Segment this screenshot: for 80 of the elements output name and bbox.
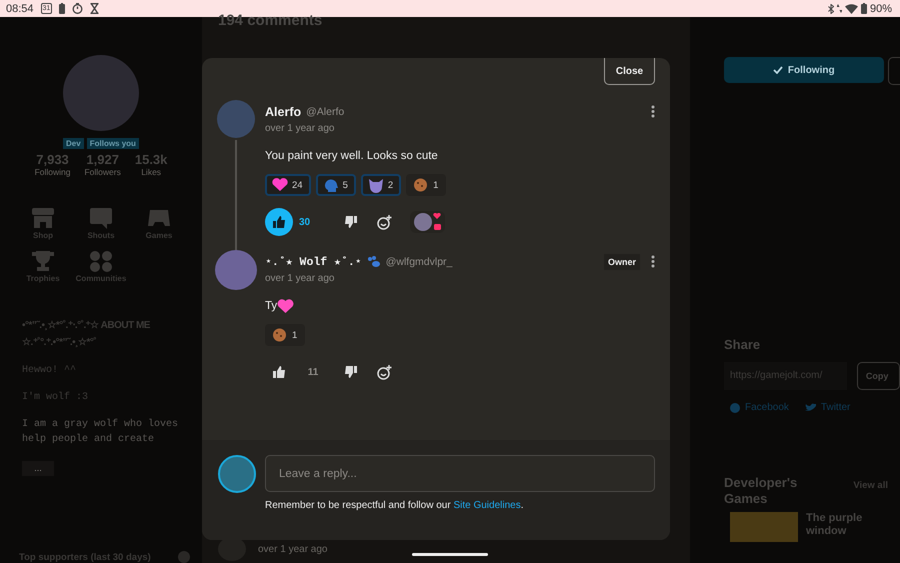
heart-emoji-icon <box>277 298 294 314</box>
bird-icon <box>804 403 816 412</box>
wifi-icon <box>844 4 858 14</box>
following-button[interactable]: Following <box>724 57 884 83</box>
home-indicator[interactable] <box>412 553 488 556</box>
copy-button[interactable]: Copy <box>856 362 900 390</box>
add-emoji-icon[interactable] <box>377 364 392 380</box>
site-guidelines-link[interactable]: Site Guidelines <box>453 500 521 511</box>
gamepad-icon[interactable] <box>147 207 171 229</box>
trophy-icon[interactable] <box>31 250 55 272</box>
battery-icon <box>59 3 66 14</box>
like-button[interactable] <box>265 208 293 236</box>
like-count: 30 <box>298 216 312 228</box>
close-button[interactable]: Close <box>604 58 655 85</box>
guidelines-notice: Remember to be respectful and follow our Site Guidelines. <box>265 500 524 511</box>
thumbs-down-icon[interactable] <box>345 366 357 378</box>
comment-text: You paint very well. Looks so cute <box>265 150 438 162</box>
reaction-chip[interactable]: 5 <box>316 174 356 196</box>
hourglass-icon <box>90 3 100 14</box>
comment-time: over 1 year ago <box>265 123 336 134</box>
cookie-icon <box>413 178 430 192</box>
profile-tag: Follows you <box>86 138 139 149</box>
comments-heading: 194 comments <box>218 12 324 29</box>
stat-value: 7,933 <box>36 152 69 167</box>
options-button[interactable] <box>888 57 900 85</box>
commenter-name[interactable]: Alerfo <box>265 104 302 118</box>
commenter-handle[interactable]: @Alerfo <box>306 106 344 118</box>
battery-icon <box>860 3 867 14</box>
storefront-icon[interactable] <box>31 207 55 229</box>
user-avatar[interactable] <box>215 250 257 290</box>
reaction-chip[interactable]: 24 <box>265 174 311 196</box>
thumbs-down-icon[interactable] <box>345 216 357 228</box>
user-avatar[interactable] <box>217 100 255 138</box>
stat-label[interactable]: Followers <box>84 167 121 177</box>
reaction-chip[interactable]: 1 <box>406 174 446 196</box>
profile-tag: Dev <box>63 138 84 149</box>
check-icon <box>772 66 783 74</box>
about-text: I am a gray wolf who loves help people and create <box>22 418 180 447</box>
game-title[interactable]: The purple window <box>806 512 876 542</box>
reaction-chip[interactable]: 1 <box>265 324 306 346</box>
share-heading: Share <box>724 337 762 352</box>
help-icon[interactable] <box>178 551 190 563</box>
comment-text: Ty <box>265 300 278 312</box>
speech-bubble-icon[interactable] <box>88 207 113 229</box>
more-options-icon[interactable] <box>651 255 655 268</box>
comment-time: over 1 year ago <box>258 544 328 554</box>
comment-time: over 1 year ago <box>265 273 336 284</box>
section-heading: Developer's Games <box>724 475 798 507</box>
cookie-icon <box>272 328 288 342</box>
owner-liked-indicator <box>410 211 445 233</box>
paw-icon <box>366 256 381 268</box>
reaction-chip[interactable]: 2 <box>360 174 402 196</box>
like-count: 11 <box>306 366 320 378</box>
battery-percent: 90% <box>870 2 892 14</box>
clock-time: 08:54 <box>6 2 34 14</box>
head-silhouette-icon <box>322 178 339 192</box>
facebook-link[interactable]: Facebook <box>730 402 789 413</box>
read-more-button[interactable]: ... <box>22 461 54 476</box>
wolf-face-icon <box>368 178 384 192</box>
thumbs-up-icon <box>273 216 285 228</box>
reply-field[interactable]: Leave a reply... <box>265 455 655 492</box>
user-avatar <box>218 455 256 493</box>
owner-tag: Owner <box>604 254 640 270</box>
commenter-name[interactable]: ⋆.˚★ Wolf ★˚.⋆ <box>265 254 362 269</box>
add-emoji-icon[interactable] <box>377 214 392 230</box>
stat-label[interactable]: Following <box>34 167 70 177</box>
thumbs-up-icon <box>273 366 285 378</box>
stat-value: 15.3k <box>134 152 168 167</box>
facebook-icon <box>730 402 740 412</box>
bluetooth-icon <box>828 4 834 14</box>
data-arrows-icon <box>836 4 842 13</box>
heart-icon <box>272 178 288 192</box>
twitter-link[interactable]: Twitter <box>804 402 850 413</box>
stopwatch-icon <box>72 3 84 14</box>
commenter-handle[interactable]: @wlfgmdvlpr_ <box>386 256 452 268</box>
more-options-icon[interactable] <box>651 105 655 118</box>
stat-label[interactable]: Likes <box>141 167 162 177</box>
stat-value: 1,927 <box>86 152 119 167</box>
four-dots-icon[interactable] <box>88 250 113 272</box>
game-thumbnail[interactable] <box>730 512 798 542</box>
